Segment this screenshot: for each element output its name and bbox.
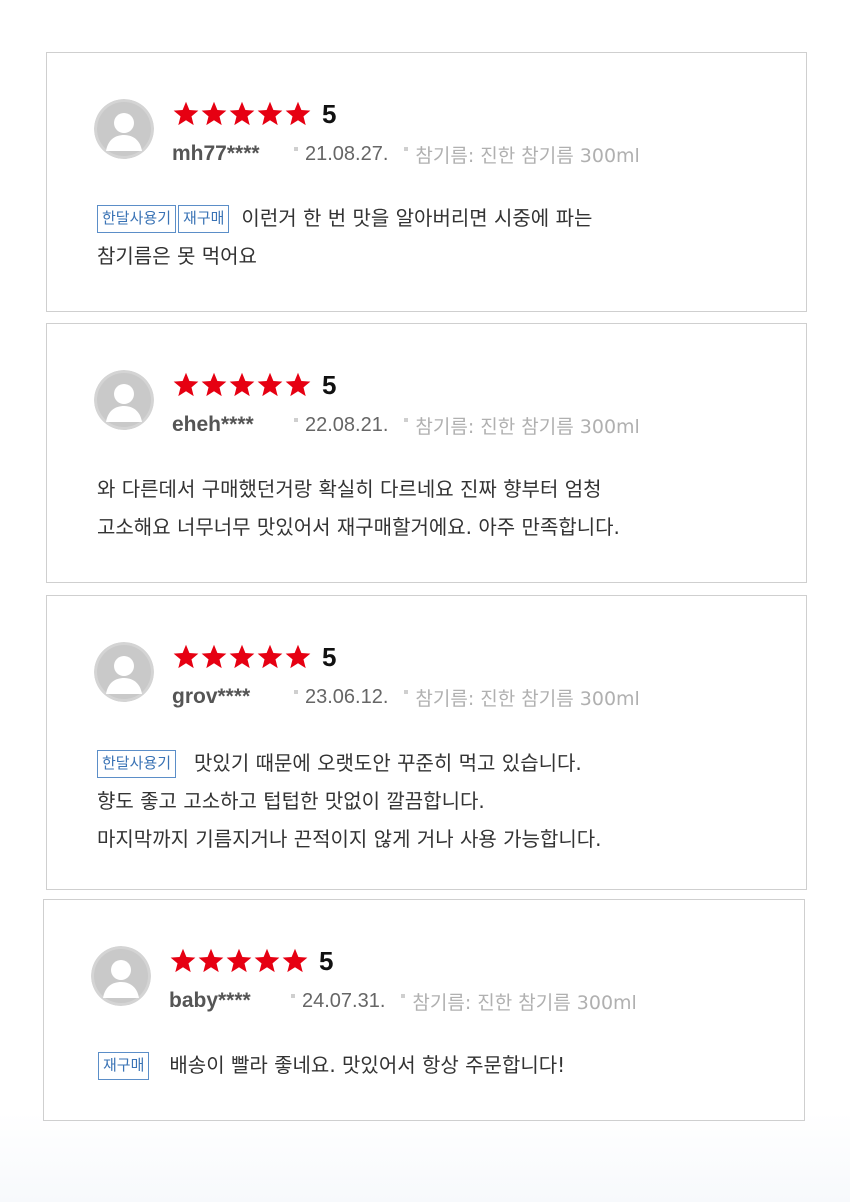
star-rating: [172, 100, 312, 128]
review-body: 한달사용기 맛있기 때문에 오랫도안 꾸준히 먹고 있습니다. 향도 좋고 고소하…: [97, 744, 786, 858]
star-icon: [172, 100, 200, 128]
star-icon: [169, 947, 197, 975]
separator-dot: [294, 690, 298, 694]
star-icon: [200, 643, 228, 671]
star-icon: [256, 371, 284, 399]
product-option: 참기름: 진한 참기름 300ml: [415, 687, 640, 710]
review-date: 23.06.12.: [305, 685, 389, 708]
avatar-icon: [91, 946, 151, 1006]
review-line: 배송이 빨라 좋네요. 맛있어서 항상 주문합니다!: [169, 1053, 566, 1077]
rating-row: 5: [172, 640, 336, 674]
review-date: 22.08.21.: [305, 413, 389, 436]
review-date: 21.08.27.: [305, 142, 389, 165]
reviewer-id: mh77****: [172, 142, 260, 165]
rating-row: 5: [172, 368, 336, 402]
rating-row: 5: [172, 97, 336, 131]
star-rating: [172, 371, 312, 399]
review-body: 한달사용기 재구매 이런거 한 번 맛을 알아버리면 시중에 파는 참기름은 못 먹…: [97, 199, 786, 275]
star-icon: [256, 100, 284, 128]
rating-score: 5: [322, 370, 337, 400]
review-line: 향도 좋고 고소하고 텁텁한 맛없이 깔끔합니다.: [97, 789, 485, 813]
review-line: 맛있기 때문에 오랫도안 꾸준히 먹고 있습니다.: [194, 751, 582, 775]
reviewer-id: eheh****: [172, 413, 254, 436]
review-meta: mh77**** 21.08.27. 참기름: 진한 참기름 300ml: [172, 139, 640, 169]
star-icon: [253, 947, 281, 975]
star-icon: [228, 643, 256, 671]
reviewer-id: grov****: [172, 685, 251, 708]
review-body: 재구매 배송이 빨라 좋네요. 맛있어서 항상 주문합니다!: [98, 1046, 784, 1084]
tag-badge: 재구매: [98, 1052, 150, 1080]
review-meta: baby**** 24.07.31. 참기름: 진한 참기름 300ml: [169, 986, 637, 1016]
rating-row: 5: [169, 944, 333, 978]
tag-badge: 한달사용기: [97, 750, 177, 778]
separator-dot: [291, 994, 295, 998]
star-icon: [284, 643, 312, 671]
rating-score: 5: [319, 946, 334, 976]
review-list-page: 5 mh77**** 21.08.27. 참기름: 진한 참기름 300ml 한…: [0, 0, 850, 1202]
review-meta: eheh**** 22.08.21. 참기름: 진한 참기름 300ml: [172, 410, 640, 440]
rating-score: 5: [322, 99, 337, 129]
review-line: 이런거 한 번 맛을 알아버리면 시중에 파는: [241, 206, 593, 230]
review-date: 24.07.31.: [302, 989, 386, 1012]
review-card: 5 baby**** 24.07.31. 참기름: 진한 참기름 300ml 재…: [43, 899, 805, 1121]
separator-dot: [404, 690, 409, 694]
star-icon: [225, 947, 253, 975]
reviewer-id: baby****: [169, 989, 251, 1012]
star-icon: [200, 371, 228, 399]
review-line: 참기름은 못 먹어요: [97, 244, 257, 268]
star-icon: [172, 643, 200, 671]
separator-dot: [401, 994, 406, 998]
avatar-icon: [94, 99, 154, 159]
avatar-icon: [94, 370, 154, 430]
review-card: 5 grov**** 23.06.12. 참기름: 진한 참기름 300ml 한…: [46, 595, 807, 890]
star-icon: [197, 947, 225, 975]
product-option: 참기름: 진한 참기름 300ml: [412, 991, 637, 1014]
separator-dot: [404, 147, 409, 151]
review-card: 5 eheh**** 22.08.21. 참기름: 진한 참기름 300ml 와…: [46, 323, 807, 583]
product-option: 참기름: 진한 참기름 300ml: [415, 415, 640, 438]
tag-badge: 재구매: [178, 205, 230, 233]
tag-badge: 한달사용기: [97, 205, 177, 233]
review-line: 와 다른데서 구매했던거랑 확실히 다르네요 진짜 향부터 엄청: [97, 477, 602, 501]
star-icon: [200, 100, 228, 128]
review-line: 고소해요 너무너무 맛있어서 재구매할거에요. 아주 만족합니다.: [97, 515, 620, 539]
product-option: 참기름: 진한 참기름 300ml: [415, 144, 640, 167]
star-icon: [281, 947, 309, 975]
star-icon: [256, 643, 284, 671]
separator-dot: [294, 418, 298, 422]
separator-dot: [294, 147, 298, 151]
page-bottom-fade: [0, 1112, 850, 1202]
star-icon: [284, 100, 312, 128]
star-rating: [172, 643, 312, 671]
star-icon: [228, 100, 256, 128]
rating-score: 5: [322, 642, 337, 672]
review-meta: grov**** 23.06.12. 참기름: 진한 참기름 300ml: [172, 682, 640, 712]
avatar-icon: [94, 642, 154, 702]
star-icon: [284, 371, 312, 399]
star-icon: [172, 371, 200, 399]
review-line: 마지막까지 기름지거나 끈적이지 않게 거나 사용 가능합니다.: [97, 827, 602, 851]
separator-dot: [404, 418, 409, 422]
review-body: 와 다른데서 구매했던거랑 확실히 다르네요 진짜 향부터 엄청 고소해요 너무…: [97, 470, 786, 546]
star-rating: [169, 947, 309, 975]
star-icon: [228, 371, 256, 399]
review-card: 5 mh77**** 21.08.27. 참기름: 진한 참기름 300ml 한…: [46, 52, 807, 312]
